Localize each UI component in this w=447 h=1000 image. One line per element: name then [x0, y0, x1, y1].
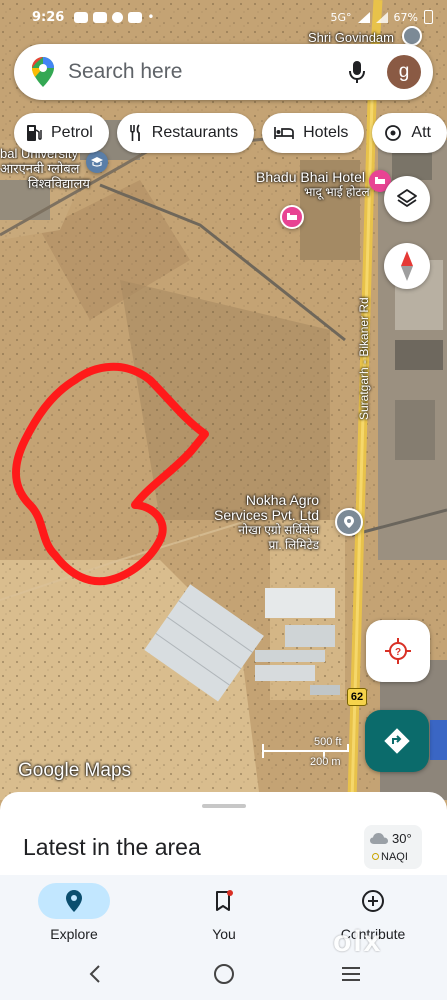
location-crosshair-icon: ?	[385, 638, 411, 664]
explore-pin-icon	[66, 890, 82, 912]
more-dots-icon: •	[147, 10, 155, 24]
youtube-icon	[93, 11, 108, 23]
directions-icon	[384, 728, 410, 754]
chip-label: Att	[411, 124, 431, 141]
add-circle-icon	[362, 890, 384, 912]
chip-petrol[interactable]: Petrol	[14, 113, 109, 153]
aqi-label: NAQI	[381, 851, 408, 863]
cloud-icon	[370, 833, 388, 844]
road-label: Suratgarh - Bikaner Rd	[357, 297, 371, 420]
bed-icon	[274, 127, 294, 139]
olx-watermark: olx	[333, 925, 383, 958]
nokha-agro-label[interactable]: Nokha Agro Services Pvt. Ltd नोखा एग्रो …	[214, 493, 319, 553]
account-avatar[interactable]: g	[387, 55, 421, 89]
my-location-button[interactable]: ?	[366, 620, 430, 682]
route-shield: 62	[347, 688, 367, 706]
hotel-pin-2-icon[interactable]	[280, 205, 304, 229]
recents-icon[interactable]	[341, 966, 361, 982]
call-icon	[112, 11, 124, 23]
sheet-drag-handle[interactable]	[202, 804, 246, 808]
fork-knife-icon	[129, 124, 140, 141]
sheet-title: Latest in the area	[23, 834, 201, 860]
svg-text:?: ?	[395, 647, 401, 658]
compass-button[interactable]	[384, 243, 430, 289]
fuel-pump-icon	[27, 125, 42, 141]
university-pin-icon[interactable]	[86, 151, 108, 173]
aqi-dot-icon	[372, 853, 379, 860]
weather-badge[interactable]: 30° NAQI	[364, 825, 422, 869]
chip-label: Hotels	[303, 124, 349, 141]
google-maps-logo: Google Maps	[18, 760, 132, 781]
home-icon[interactable]	[213, 963, 235, 985]
layers-icon	[397, 189, 417, 207]
weather-temperature: 30°	[392, 831, 412, 846]
search-bar[interactable]: Search here g	[14, 44, 433, 100]
bottom-sheet[interactable]: Latest in the area 30° NAQI	[0, 792, 447, 882]
layers-button[interactable]	[384, 176, 430, 222]
youtube-2-icon	[128, 11, 143, 23]
aqi-indicator: NAQI	[372, 851, 408, 863]
chip-label: Restaurants	[151, 124, 239, 141]
signal-icon	[357, 11, 370, 23]
battery-percent: 67%	[393, 10, 418, 24]
directions-button[interactable]	[365, 710, 429, 772]
back-icon[interactable]	[88, 965, 102, 983]
hotel-label[interactable]: Bhadu Bhai Hotel भादू भाई होटल	[256, 170, 370, 200]
network-label: 5G°	[330, 10, 352, 24]
chip-restaurants[interactable]: Restaurants	[116, 113, 255, 153]
category-chips: Petrol Restaurants Hotels Att	[14, 113, 447, 153]
explore-pill	[38, 883, 110, 919]
signal-2-icon	[375, 11, 388, 23]
you-pill	[188, 883, 260, 919]
notification-icon	[74, 11, 89, 23]
status-bar: 9:26 • 5G° 67%	[0, 0, 447, 34]
chip-hotels[interactable]: Hotels	[262, 113, 365, 153]
clock: 9:26	[32, 9, 65, 25]
maps-pin-logo-icon	[32, 57, 54, 87]
compass-icon	[401, 251, 413, 281]
nav-you[interactable]: You	[164, 875, 284, 947]
scale-meters: 200 m	[310, 756, 341, 768]
chip-attractions[interactable]: Att	[372, 113, 447, 153]
nav-explore[interactable]: Explore	[14, 875, 134, 947]
scale-feet: 500 ft	[314, 736, 342, 748]
microphone-icon[interactable]	[349, 60, 365, 84]
contribute-pill	[337, 883, 409, 919]
nav-you-label: You	[212, 926, 236, 942]
scale-bar: 500 ft 200 m	[262, 736, 350, 768]
nokha-pin-icon[interactable]	[335, 508, 363, 536]
nav-explore-label: Explore	[50, 926, 98, 942]
chip-label: Petrol	[51, 124, 93, 141]
search-input[interactable]: Search here	[68, 60, 349, 84]
battery-icon	[424, 10, 433, 24]
attraction-icon	[385, 125, 402, 141]
bookmark-icon	[216, 890, 233, 911]
